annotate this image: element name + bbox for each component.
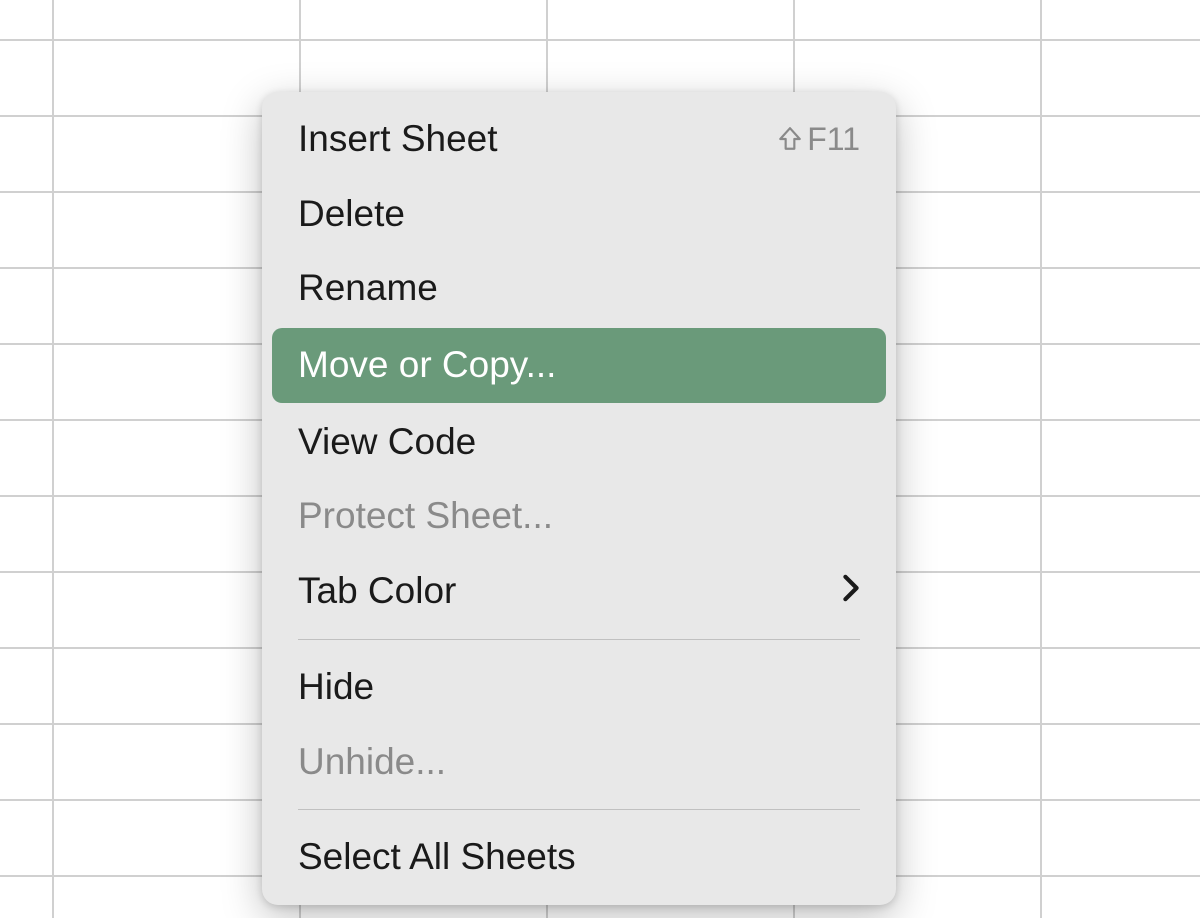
- menu-item-label: Delete: [298, 194, 405, 235]
- menu-item-insert-sheet[interactable]: Insert Sheet F11: [262, 102, 896, 177]
- menu-item-label: View Code: [298, 422, 476, 463]
- menu-item-label: Hide: [298, 667, 374, 708]
- shortcut-key: F11: [807, 122, 860, 157]
- menu-item-move-or-copy[interactable]: Move or Copy...: [272, 328, 886, 403]
- menu-shortcut: F11: [777, 122, 860, 157]
- menu-item-rename[interactable]: Rename: [262, 251, 896, 326]
- sheet-tab-context-menu: Insert Sheet F11 Delete Rename Move or C…: [262, 92, 896, 905]
- menu-item-hide[interactable]: Hide: [262, 650, 896, 725]
- chevron-right-icon: [842, 574, 860, 609]
- menu-item-label: Insert Sheet: [298, 119, 498, 160]
- menu-item-label: Unhide...: [298, 742, 446, 783]
- menu-item-unhide: Unhide...: [262, 725, 896, 800]
- menu-item-label: Protect Sheet...: [298, 496, 553, 537]
- menu-item-label: Select All Sheets: [298, 837, 576, 878]
- menu-separator: [298, 639, 860, 640]
- menu-item-select-all-sheets[interactable]: Select All Sheets: [262, 820, 896, 895]
- menu-item-view-code[interactable]: View Code: [262, 405, 896, 480]
- menu-item-protect-sheet: Protect Sheet...: [262, 479, 896, 554]
- menu-item-label: Move or Copy...: [298, 345, 556, 386]
- menu-item-label: Rename: [298, 268, 438, 309]
- menu-item-tab-color[interactable]: Tab Color: [262, 554, 896, 629]
- shift-icon: [777, 126, 803, 152]
- menu-item-label: Tab Color: [298, 571, 456, 612]
- menu-item-delete[interactable]: Delete: [262, 177, 896, 252]
- menu-separator: [298, 809, 860, 810]
